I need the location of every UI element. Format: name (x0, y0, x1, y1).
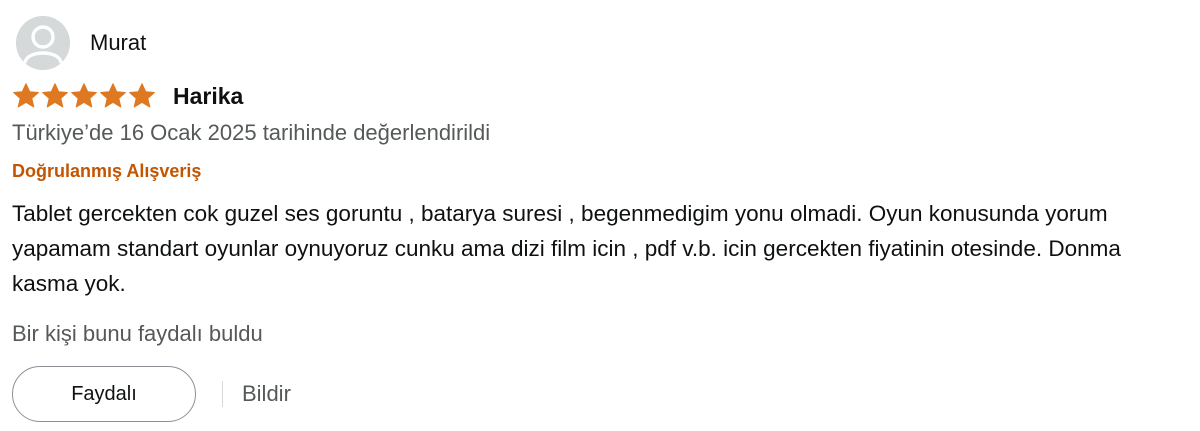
reviewer-profile[interactable]: Murat (16, 16, 146, 70)
reviewer-name[interactable]: Murat (90, 32, 146, 54)
action-divider (222, 381, 223, 407)
report-link[interactable]: Bildir (242, 383, 291, 405)
star-rating[interactable] (12, 82, 157, 110)
review-date: Türkiye’de 16 Ocak 2025 tarihinde değerl… (12, 120, 491, 145)
star-icon (129, 83, 155, 108)
review-body: Tablet gercekten cok guzel ses goruntu ,… (12, 201, 1121, 296)
review-actions: Faydalı Bildir (12, 366, 291, 422)
customer-review: Murat Harika Türkiye’de 16 Ocak 2025 tar… (0, 0, 1200, 431)
person-silhouette-icon (16, 16, 70, 70)
star-icon (42, 83, 68, 108)
helpful-count: Bir kişi bunu faydalı buldu (12, 321, 263, 346)
avatar[interactable] (16, 16, 70, 70)
review-title[interactable]: Harika (173, 84, 243, 108)
rating-row: Harika (12, 82, 243, 110)
star-icon (100, 83, 126, 108)
verified-purchase-badge: Doğrulanmış Alışveriş (12, 161, 202, 181)
helpful-button[interactable]: Faydalı (12, 366, 196, 422)
star-icon (13, 83, 39, 108)
star-icon (71, 83, 97, 108)
